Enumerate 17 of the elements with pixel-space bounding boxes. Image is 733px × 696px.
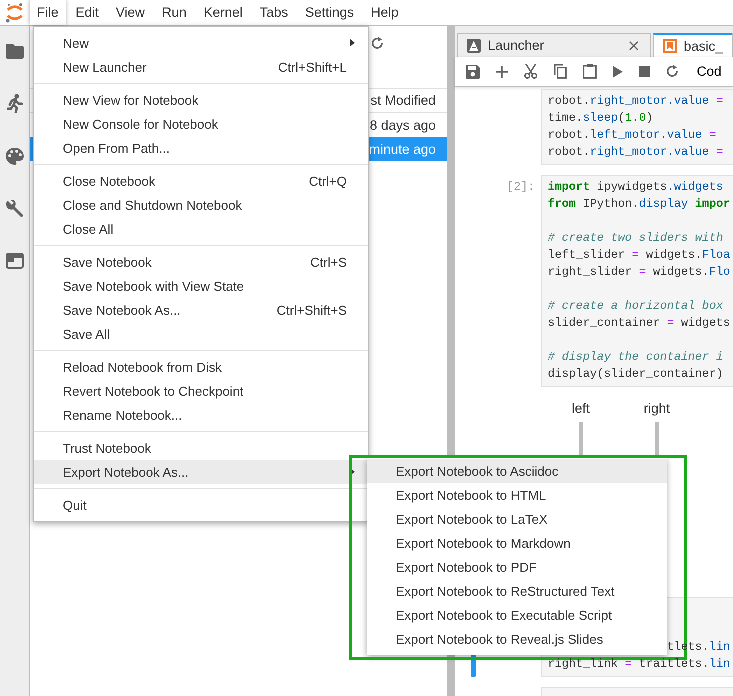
code-line: from IPython.display impor — [548, 196, 732, 213]
code-line: robot.right_motor.value = — [548, 93, 724, 110]
code-line: display(slider_container) — [548, 366, 724, 383]
code-line: robot.left_motor.value = — [548, 127, 718, 144]
code-line: import ipywidgets.widgets — [548, 179, 724, 196]
code-line: left_slider = widgets.Floa — [548, 247, 732, 264]
code-line: right_slider = widgets.Flo — [548, 264, 732, 281]
cell-prompt: [2]: — [506, 180, 535, 194]
code-line: robot.right_motor.value = — [548, 144, 724, 161]
code-line: time.sleep(1.0) — [548, 110, 654, 127]
slider-label: left — [572, 401, 590, 416]
code-line: slider_container = widgets — [548, 315, 732, 332]
code-line: # create two sliders with — [548, 230, 724, 247]
code-line: right_link = traitlets.lin — [548, 656, 732, 673]
code-line: # display the container i — [548, 349, 724, 366]
code-line: # create a horizontal box — [548, 298, 724, 315]
slider-label: right — [644, 401, 670, 416]
